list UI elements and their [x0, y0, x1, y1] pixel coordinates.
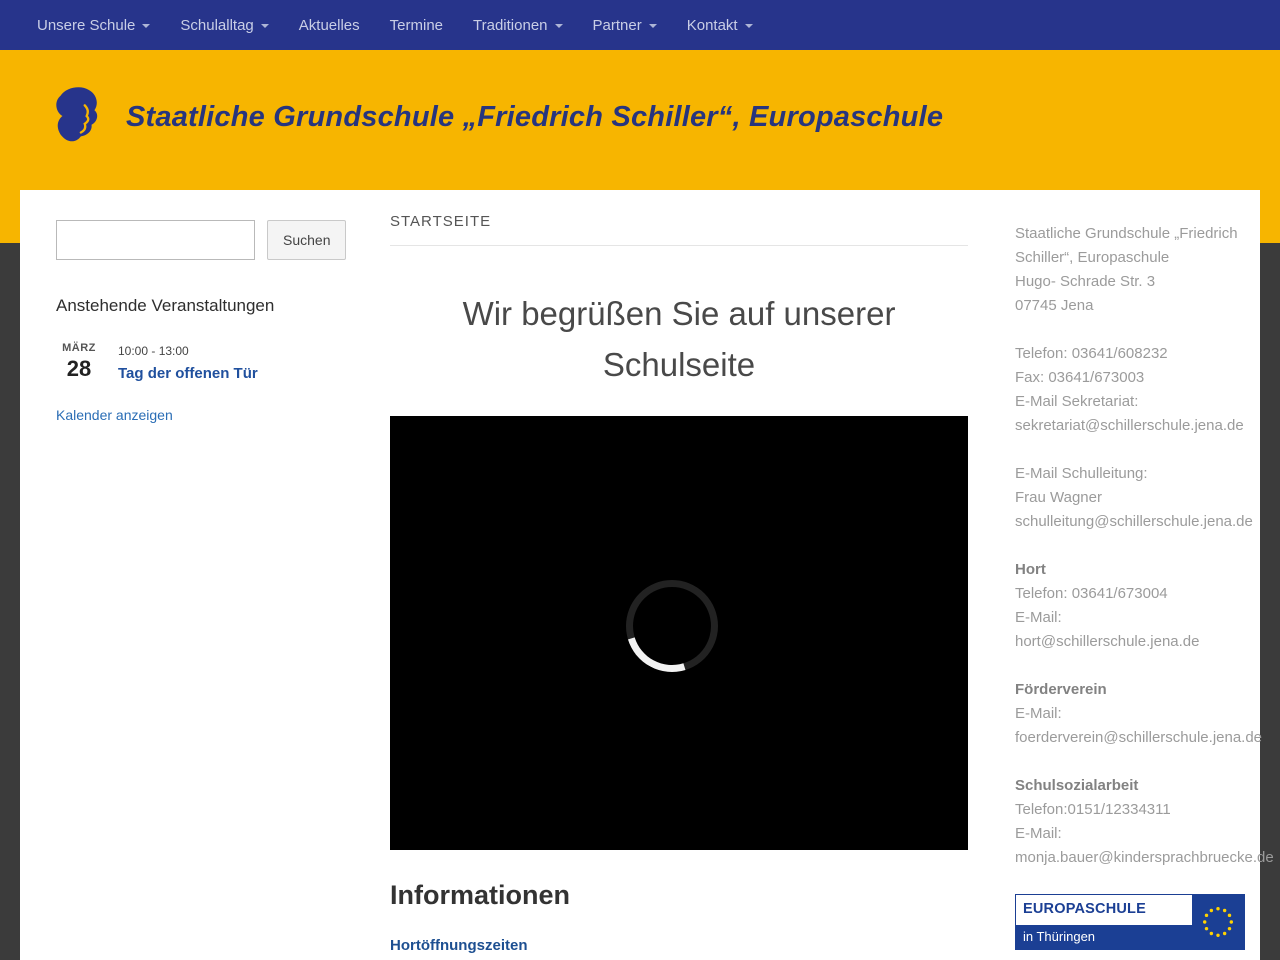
welcome-line-2: Schulseite	[602, 346, 756, 384]
video-player[interactable]	[390, 416, 968, 851]
left-sidebar: Suchen Anstehende Veranstaltungen MÄRZ 2…	[20, 190, 358, 960]
school-street: Hugo- Schrade Str. 3	[1015, 273, 1156, 290]
contact-address-block: Staatliche Grundschule „Friedrich Schill…	[1015, 222, 1245, 318]
sekretariat-email-label: E-Mail Sekretariat:	[1015, 393, 1139, 410]
schulsozialarbeit-email: monja.bauer@kindersprachbruecke.de	[1015, 849, 1274, 866]
nav-label: Aktuelles	[298, 16, 360, 34]
europaschule-badge[interactable]: EUROPASCHULE in Thüringen	[1015, 894, 1245, 950]
events-heading: Anstehende Veranstaltungen	[56, 296, 275, 315]
badge-line-1: EUROPASCHULE	[1023, 901, 1146, 918]
nav-item-kontakt[interactable]: Kontakt	[672, 0, 768, 50]
breadcrumb: STARTSEITE	[390, 213, 968, 246]
nav-label: Partner	[592, 16, 642, 34]
search-button[interactable]: Suchen	[267, 220, 347, 260]
nav-label: Schulalltag	[180, 16, 254, 34]
chevron-down-icon	[260, 24, 269, 28]
schulsozialarbeit-phone: Telefon:0151/12334311	[1015, 801, 1171, 818]
info-heading: Informationen	[390, 880, 570, 911]
nav-label: Unsere Schule	[37, 16, 136, 34]
event-info: 10:00 - 13:00 Tag der offenen Tür	[118, 342, 258, 383]
badge-text: EUROPASCHULE in Thüringen	[1016, 895, 1192, 949]
schulsozialarbeit-email-label: E-Mail:	[1015, 825, 1062, 842]
main-nav: Unsere Schule Schulalltag Aktuelles Term…	[0, 0, 1280, 50]
hort-block: Hort Telefon: 03641/673004 E-Mail: hort@…	[1015, 558, 1245, 654]
foerderverein-email: foerderverein@schillerschule.jena.de	[1015, 729, 1263, 746]
chevron-down-icon	[648, 24, 657, 28]
hort-email: E-Mail: hort@schillerschule.jena.de	[1015, 609, 1200, 650]
chevron-down-icon	[744, 24, 753, 28]
school-phone: Telefon: 03641/608232	[1015, 345, 1168, 362]
chevron-down-icon	[142, 24, 151, 28]
hort-heading: Hort	[1015, 561, 1046, 578]
foerderverein-email-label: E-Mail:	[1015, 705, 1062, 722]
nav-item-partner[interactable]: Partner	[578, 0, 672, 50]
calendar-link[interactable]: Kalender anzeigen	[56, 407, 173, 423]
event-month: MÄRZ	[62, 342, 96, 354]
schulleitung-name: Frau Wagner	[1015, 489, 1102, 506]
schulsozialarbeit-block: Schulsozialarbeit Telefon:0151/12334311 …	[1015, 774, 1274, 870]
schulleitung-label: E-Mail Schulleitung:	[1015, 465, 1148, 482]
brand: Staatliche Grundschule „Friedrich Schill…	[0, 50, 1280, 150]
nav-label: Termine	[389, 16, 444, 34]
event-day: 28	[66, 356, 92, 381]
contact-phone-block: Telefon: 03641/608232 Fax: 03641/673003 …	[1015, 342, 1245, 438]
foerderverein-block: Förderverein E-Mail: foerderverein@schil…	[1015, 678, 1263, 750]
welcome-line-1: Wir begrüßen Sie auf unserer	[462, 295, 896, 332]
eu-stars-icon	[1192, 895, 1244, 949]
right-sidebar: Staatliche Grundschule „Friedrich Schill…	[1000, 190, 1274, 960]
nav-item-termine[interactable]: Termine	[375, 0, 458, 50]
badge-line-2: in Thüringen	[1016, 925, 1192, 949]
search-input[interactable]	[56, 220, 255, 260]
welcome-heading: Wir begrüßen Sie auf unserer Schulseite	[390, 288, 968, 390]
school-fax: Fax: 03641/673003	[1015, 369, 1145, 386]
nav-item-unsere-schule[interactable]: Unsere Schule	[22, 0, 165, 50]
event-date: MÄRZ 28	[56, 342, 102, 383]
hort-phone: Telefon: 03641/673004	[1015, 585, 1168, 602]
chevron-down-icon	[554, 24, 563, 28]
schulsozialarbeit-heading: Schulsozialarbeit	[1015, 777, 1139, 794]
nav-item-aktuelles[interactable]: Aktuelles	[284, 0, 375, 50]
school-logo-icon	[46, 84, 108, 150]
site-title: Staatliche Grundschule „Friedrich Schill…	[126, 100, 944, 133]
foerderverein-heading: Förderverein	[1015, 681, 1107, 698]
nav-item-traditionen[interactable]: Traditionen	[458, 0, 578, 50]
event-item: MÄRZ 28 10:00 - 13:00 Tag der offenen Tü…	[56, 342, 342, 383]
schulleitung-email: schulleitung@schillerschule.jena.de	[1015, 513, 1253, 530]
event-time: 10:00 - 13:00	[118, 344, 189, 358]
school-city: 07745 Jena	[1015, 297, 1094, 314]
content-container: Suchen Anstehende Veranstaltungen MÄRZ 2…	[20, 190, 1274, 960]
nav-item-schulalltag[interactable]: Schulalltag	[165, 0, 283, 50]
hort-hours-link[interactable]: Hortöffnungszeiten	[390, 937, 527, 954]
school-name: Staatliche Grundschule „Friedrich Schill…	[1015, 225, 1238, 266]
event-link[interactable]: Tag der offenen Tür	[118, 365, 258, 382]
sekretariat-email: sekretariat@schillerschule.jena.de	[1015, 417, 1244, 434]
schulleitung-block: E-Mail Schulleitung: Frau Wagner schulle…	[1015, 462, 1253, 534]
main-content: STARTSEITE Wir begrüßen Sie auf unserer S…	[358, 190, 1000, 960]
nav-label: Kontakt	[686, 16, 738, 34]
loading-spinner-icon	[626, 580, 718, 673]
nav-label: Traditionen	[473, 16, 548, 34]
search-row: Suchen	[56, 220, 347, 260]
